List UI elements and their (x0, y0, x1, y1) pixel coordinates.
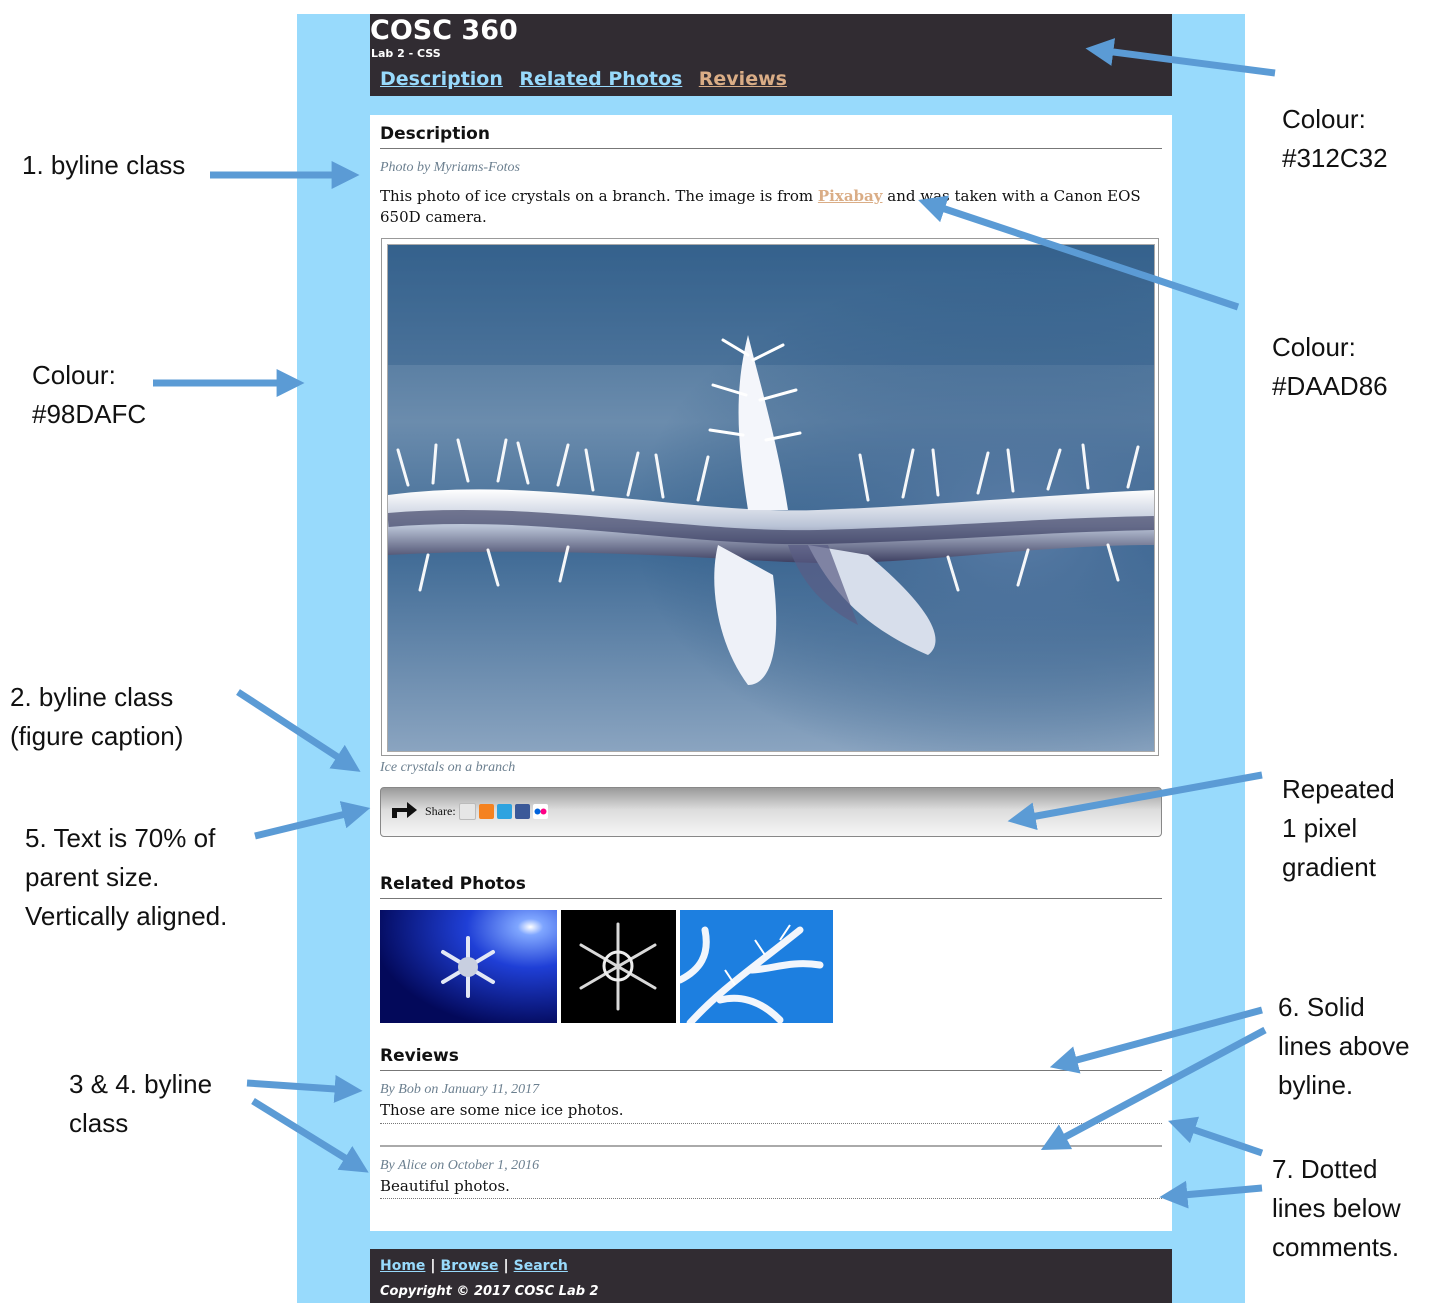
arrow-link (918, 195, 1240, 311)
arrow-dotted-2 (1159, 1180, 1263, 1209)
arrow-caption (236, 689, 361, 772)
arrow-byline-4 (251, 1098, 369, 1173)
arrow-dotted-1 (1168, 1116, 1264, 1157)
arrow-gradient (1007, 771, 1263, 831)
arrow-solid-1 (1049, 1006, 1263, 1074)
arrow-byline-3 (246, 1074, 363, 1103)
arrow-solid-2 (1040, 1026, 1267, 1150)
arrow-share (254, 801, 371, 840)
arrow-header (1085, 38, 1276, 77)
annotation-arrows (153, 38, 1276, 1209)
